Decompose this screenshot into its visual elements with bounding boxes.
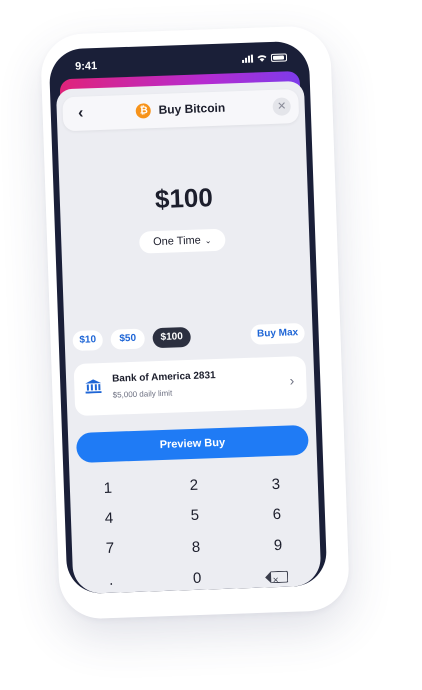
key-5[interactable]: 5	[164, 502, 225, 530]
bitcoin-icon: ₿	[136, 103, 152, 120]
payment-method-card[interactable]: Bank of America 2831 $5,000 daily limit …	[73, 355, 308, 416]
header-bar: ‹ ₿ Buy Bitcoin ✕	[62, 89, 300, 132]
status-time: 9:41	[74, 60, 98, 73]
page-title: Buy Bitcoin	[158, 100, 226, 117]
key-8[interactable]: 8	[166, 534, 227, 562]
chevron-down-icon: ⌄	[204, 236, 212, 246]
frequency-dropdown[interactable]: One Time ⌄	[138, 228, 226, 254]
key-9[interactable]: 9	[248, 532, 309, 560]
key-1[interactable]: 1	[77, 475, 138, 503]
quick-amount-chips: $10 $50 $100 Buy Max	[72, 322, 305, 353]
key-4[interactable]: 4	[79, 505, 140, 533]
key-decimal[interactable]: .	[81, 567, 142, 594]
numeric-keypad: 1 2 3 4 5 6 7 8 9 . 0	[77, 469, 309, 589]
key-6[interactable]: 6	[247, 501, 308, 529]
battery-icon	[270, 53, 288, 62]
preview-buy-button[interactable]: Preview Buy	[75, 424, 309, 463]
frequency-label: One Time	[152, 234, 202, 249]
phone-device: 9:41 ‹ ₿ Buy Bitcoin ✕ $100 One Time ⌄ $…	[48, 40, 328, 595]
chip-100-selected[interactable]: $100	[152, 326, 192, 349]
signal-icon	[242, 54, 254, 63]
wifi-icon	[257, 55, 267, 62]
bank-limit: $5,000 daily limit	[112, 388, 173, 400]
bank-icon	[84, 379, 103, 398]
chip-50[interactable]: $50	[110, 328, 146, 350]
buy-max-button[interactable]: Buy Max	[250, 322, 305, 345]
key-0[interactable]: 0	[167, 565, 228, 593]
key-2[interactable]: 2	[163, 472, 224, 500]
header-title-group: ₿ Buy Bitcoin	[63, 98, 299, 122]
bank-name: Bank of America 2831	[111, 370, 216, 385]
key-3[interactable]: 3	[245, 471, 306, 499]
chip-10[interactable]: $10	[72, 329, 104, 352]
amount-display: $100	[154, 182, 214, 215]
key-7[interactable]: 7	[80, 535, 141, 563]
status-icons	[242, 53, 288, 63]
backspace-icon	[270, 570, 288, 584]
chevron-right-icon: ›	[289, 372, 295, 389]
buy-screen: ‹ ₿ Buy Bitcoin ✕ $100 One Time ⌄ $10 $50…	[55, 80, 322, 595]
